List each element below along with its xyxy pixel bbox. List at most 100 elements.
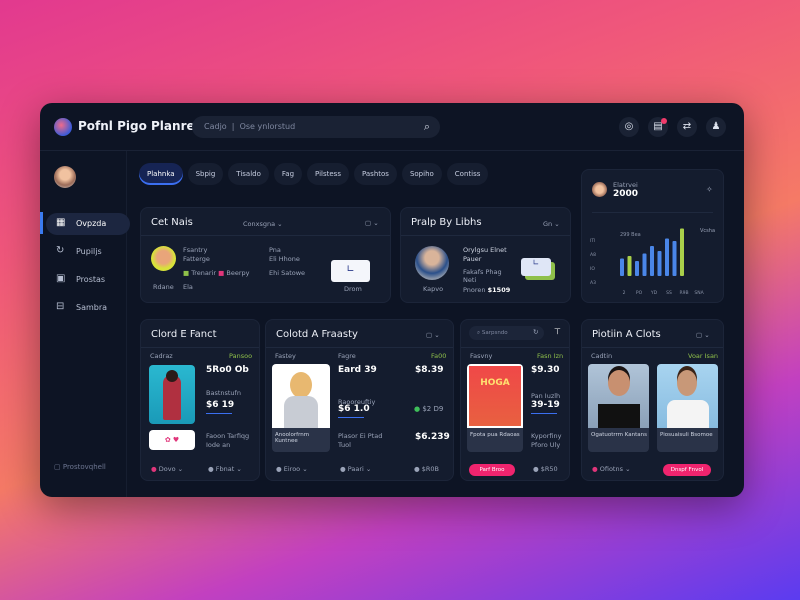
action-button[interactable]: Parf Broo (469, 464, 515, 476)
transfer-icon[interactable]: ⇄ (677, 117, 697, 137)
price: 5Ro0 Ob (206, 365, 249, 375)
card-title: Colotd A Fraasty (276, 329, 358, 340)
tab-1[interactable]: Sbpig (187, 163, 224, 185)
sidebar: ▦ Ovpzda ↻ Pupiljs ▣ Prostas ⊟ Sambra ▢ Pros… (40, 151, 130, 497)
product-image[interactable] (149, 365, 195, 424)
profile-name: Orylgsu Elnet (463, 246, 507, 254)
underline (206, 413, 232, 414)
filter-dropdown[interactable]: ● Paari ⌄ (340, 465, 371, 473)
avatar (415, 246, 449, 280)
menu-icon[interactable]: ▢ ⌄ (696, 331, 710, 339)
tab-6[interactable]: Sopiho (401, 163, 442, 185)
dropdown[interactable]: Conxsgna ⌄ (243, 220, 283, 228)
search-icon[interactable]: ⌕ (424, 120, 430, 134)
tab-bar: Plahnka Sbpig Tisaldo Fag Pilstess Pasht… (139, 163, 489, 185)
filter-label: Paari (347, 465, 364, 473)
description: Plasor Ei Ptad (338, 432, 383, 440)
filter-label: Eiroo (283, 465, 301, 473)
sidebar-item-overview[interactable]: ▦ Ovpzda (46, 213, 130, 235)
dropdown[interactable]: Gn ⌄ (543, 220, 560, 228)
product-image[interactable]: HOGA Fpota pua Rdaoas (467, 364, 523, 452)
filter-dropdown[interactable]: ● Ofiotns ⌄ (592, 465, 631, 473)
y-tick-label: ITI (590, 238, 595, 244)
globe-icon[interactable]: ◎ (619, 117, 639, 137)
avatar[interactable] (54, 166, 76, 188)
menu-icon[interactable]: ▢ ⌄ (365, 219, 379, 227)
chart-bar[interactable] (650, 246, 654, 276)
detail: Eli Hhone (269, 255, 300, 263)
divider (461, 347, 569, 348)
search-input[interactable]: Cadjo | Ose ynlorstud ⌕ (192, 116, 440, 138)
app-window: Pofnl Pigo Planret Cadjo | Ose ynlorstud… (40, 103, 744, 497)
refresh-icon[interactable]: ↻ (533, 328, 538, 336)
x-tick-label: YD (650, 290, 658, 296)
product-card-4: Piotiin A Clots ▢ ⌄ Cadtin Voar Isan Oga… (581, 319, 724, 481)
tag: Beerpy (226, 269, 250, 277)
filter-dropdown[interactable]: ● Fbnat ⌄ (208, 465, 242, 473)
avatar-caption: Kapvo (423, 285, 444, 293)
sidebar-item-prostas[interactable]: ▣ Prostas (46, 269, 130, 291)
description: Iode an (206, 441, 231, 449)
chart-bar[interactable] (642, 253, 647, 277)
card-title: Piotiin A Clots (592, 329, 661, 340)
dropdown-label: Conxsgna (243, 220, 276, 228)
label: Cadraz (150, 352, 173, 360)
profile-sub: Fakafs Phag (463, 268, 502, 276)
total-value: $R0B (421, 465, 439, 473)
name-line: Fsantry (183, 246, 208, 254)
chart-bar[interactable] (620, 258, 624, 277)
sidebar-item-sambra[interactable]: ⊟ Sambra (46, 297, 130, 319)
product-image[interactable]: Ogatuotrrm Kantans (588, 364, 649, 452)
divider (582, 347, 723, 348)
tab-0[interactable]: Plahnka (139, 163, 183, 185)
active-indicator (40, 212, 43, 234)
user-icon[interactable]: ♟ (706, 117, 726, 137)
menu-icon[interactable]: ▢ ⌄ (426, 331, 440, 339)
sub-label: Pan Iuzlh (531, 392, 561, 400)
sidebar-item-label: Ovpzda (76, 219, 107, 228)
filter-label: Fbnat (215, 465, 235, 473)
app-title: Pofnl Pigo Planret (78, 119, 201, 133)
description: Faoon Tarfiqg (206, 432, 250, 440)
chart-bar[interactable] (672, 241, 677, 276)
preview-thumbnail[interactable]: ∟ (331, 260, 370, 282)
chart-bar[interactable] (657, 251, 662, 276)
action-button[interactable]: Dnspf Fnvol (663, 464, 711, 476)
description: Pforo Uly (531, 441, 561, 449)
sidebar-item-label: Pupiljs (76, 247, 102, 256)
image-caption: Ogatuotrrm Kantans (591, 432, 648, 438)
sub-label: Bastnstufn (206, 389, 241, 397)
label: Fastey (275, 352, 296, 360)
chart-bar[interactable] (627, 256, 632, 276)
briefcase-icon: ⊟ (56, 301, 65, 312)
filter-dropdown[interactable]: ● Dovo ⌄ (151, 465, 183, 473)
chart-bar[interactable] (635, 261, 639, 276)
tab-7[interactable]: Contiss (446, 163, 489, 185)
chart-bar[interactable] (680, 228, 684, 277)
tag: Pansoo (229, 352, 253, 360)
pin-icon[interactable]: ⊤ (554, 327, 561, 336)
filter-dropdown[interactable]: ● Eiroo ⌄ (276, 465, 308, 473)
y-tick-label: A8 (590, 252, 596, 258)
chart-bar[interactable] (665, 238, 669, 277)
y-tick-label: IO (590, 266, 595, 272)
detail: Pna (269, 246, 281, 254)
card-title: Pralp By Libhs (411, 217, 482, 228)
tab-2[interactable]: Tisaldo (228, 163, 269, 185)
tab-3[interactable]: Fag (273, 163, 303, 185)
price: $6.239 (415, 432, 450, 442)
divider (141, 235, 390, 236)
footer-label: Prostovqhell (62, 463, 106, 471)
message-icon[interactable]: ▤ (648, 117, 668, 137)
product-image[interactable]: Anoolorfrnm Kuntnee (272, 364, 330, 452)
search-placeholder: Sarpsndo (481, 330, 508, 336)
sidebar-item-label: Sambra (76, 303, 108, 312)
tab-5[interactable]: Pashtos (353, 163, 397, 185)
product-image[interactable]: ✿ ♥ (149, 430, 195, 450)
product-image[interactable]: Piosuaisuli Bsomoe (657, 364, 718, 452)
sidebar-item-pupils[interactable]: ↻ Pupiljs (46, 241, 130, 263)
tab-4[interactable]: Pilstess (307, 163, 349, 185)
price: 39-19 (531, 400, 560, 410)
preview-thumbnail[interactable]: ∟ (521, 258, 551, 276)
sidebar-footer[interactable]: ▢ Prostovqhell (54, 463, 106, 471)
